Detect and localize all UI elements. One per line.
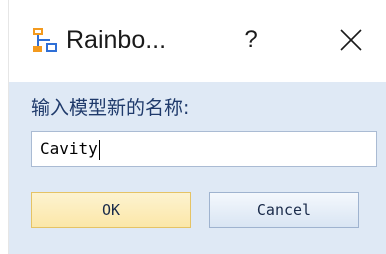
close-icon [331, 29, 371, 64]
close-button[interactable] [331, 20, 371, 60]
model-name-input[interactable]: Cavity [31, 131, 377, 167]
rename-model-dialog: Rainbo... ? 输入模型新的名称: Cavity OK Cancel [0, 0, 386, 254]
model-name-value: Cavity [40, 139, 98, 158]
help-button[interactable]: ? [231, 20, 271, 60]
network-nodes-icon [32, 27, 58, 53]
window-title: Rainbo... [66, 26, 167, 54]
cancel-button[interactable]: Cancel [209, 192, 359, 228]
text-caret [98, 139, 100, 160]
dialog-content: 输入模型新的名称: Cavity OK Cancel [9, 82, 386, 254]
title-bar[interactable]: Rainbo... ? [9, 0, 386, 82]
left-window-edge [0, 0, 9, 254]
ok-button[interactable]: OK [31, 192, 191, 228]
new-name-prompt-label: 输入模型新的名称: [31, 97, 190, 119]
